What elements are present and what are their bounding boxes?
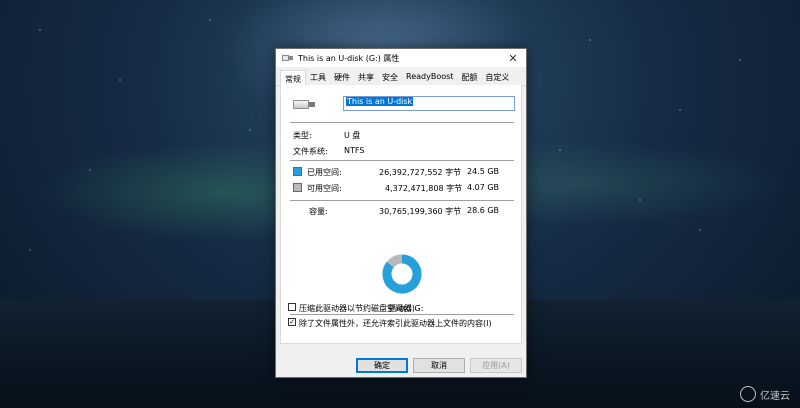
used-space-bytes: 26,392,727,552 字节 (379, 168, 462, 177)
apply-button[interactable]: 应用(A) (470, 358, 522, 373)
capacity-bytes: 30,765,199,360 字节 (379, 207, 462, 216)
watermark-logo-icon (740, 386, 756, 402)
cancel-button[interactable]: 取消 (413, 358, 465, 373)
close-button[interactable]: ✕ (500, 49, 526, 67)
capacity-size: 28.6 GB (467, 206, 500, 215)
divider (290, 160, 514, 161)
drive-icon-body (293, 100, 309, 109)
capacity-label: 容量: (309, 207, 328, 216)
type-value: U 盘 (344, 131, 361, 140)
free-space-slice (386, 254, 403, 268)
window-title: This is an U-disk (G:) 属性 (298, 53, 400, 63)
free-space-size: 4.07 GB (467, 183, 500, 192)
watermark-text: 亿速云 (760, 390, 790, 402)
divider (290, 200, 514, 201)
tab-tools[interactable]: 工具 (306, 69, 330, 85)
filesystem-value: NTFS (344, 146, 365, 155)
usb-drive-icon (293, 100, 315, 109)
tab-readyboost[interactable]: ReadyBoost (402, 69, 457, 85)
watermark: 亿速云 (740, 386, 790, 402)
used-space-swatch (293, 167, 302, 176)
drive-name-selection: This is an U-disk (346, 97, 414, 106)
tab-hardware[interactable]: 硬件 (330, 69, 354, 85)
compress-checkbox[interactable] (288, 303, 296, 311)
usb-drive-icon (282, 55, 293, 61)
index-checkbox-label[interactable]: 除了文件属性外，还允许索引此驱动器上文件的内容(I) (299, 318, 492, 329)
usage-donut-chart (382, 254, 422, 294)
index-checkbox[interactable]: ✓ (288, 318, 296, 326)
free-space-swatch (293, 183, 302, 192)
used-space-size: 24.5 GB (467, 167, 500, 176)
type-label: 类型: (293, 131, 312, 140)
ok-button[interactable]: 确定 (356, 358, 408, 373)
free-space-bytes: 4,372,471,808 字节 (385, 184, 463, 193)
used-space-label: 已用空间: (307, 168, 342, 177)
properties-dialog: This is an U-disk (G:) 属性 ✕ 常规 工具 硬件 共享 … (275, 48, 527, 378)
tab-strip: 常规 工具 硬件 共享 安全 ReadyBoost 配额 自定义 (276, 67, 526, 87)
filesystem-label: 文件系统: (293, 147, 328, 156)
title-bar[interactable]: This is an U-disk (G:) 属性 ✕ (276, 49, 526, 67)
tab-quota[interactable]: 配额 (457, 69, 481, 85)
tab-customize[interactable]: 自定义 (481, 69, 513, 85)
compress-checkbox-label[interactable]: 压缩此驱动器以节约磁盘空间(C) (299, 303, 415, 314)
drive-icon-plug (309, 102, 315, 107)
free-space-label: 可用空间: (307, 184, 342, 193)
drive-name-input[interactable]: This is an U-disk (343, 96, 515, 111)
divider (290, 314, 514, 315)
tab-security[interactable]: 安全 (378, 69, 402, 85)
divider (290, 122, 514, 123)
tab-sharing[interactable]: 共享 (354, 69, 378, 85)
